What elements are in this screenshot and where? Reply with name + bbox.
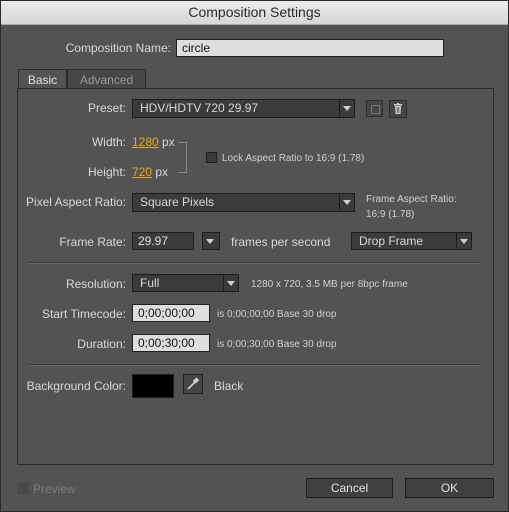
comp-name-input[interactable]: circle — [176, 39, 444, 57]
start-timecode-input[interactable]: 0;00;00;00 — [132, 304, 210, 322]
duration-label: Duration: — [77, 337, 126, 351]
resolution-label: Resolution: — [65, 277, 126, 291]
height-unit: px — [155, 165, 169, 179]
preview-checkbox[interactable] — [18, 483, 29, 494]
resolution-info: 1280 x 720, 3.5 MB per 8bpc frame — [251, 279, 408, 290]
lock-aspect-label: Lock Aspect Ratio to 16:9 (1.78) — [222, 153, 365, 164]
divider — [27, 364, 482, 366]
chevron-down-icon — [339, 100, 354, 117]
save-preset-icon[interactable] — [366, 100, 383, 117]
preset-dropdown[interactable]: HDV/HDTV 720 29.97 — [132, 99, 355, 118]
tab-advanced[interactable]: Advanced — [67, 69, 146, 89]
pixel-aspect-dropdown[interactable]: Square Pixels — [132, 193, 355, 212]
comp-name-label: Composition Name: — [65, 41, 171, 55]
width-unit: px — [162, 135, 175, 149]
chevron-down-icon — [203, 233, 219, 249]
resolution-value: Full — [140, 276, 160, 290]
background-color-label: Background Color: — [26, 379, 126, 393]
pixel-aspect-value: Square Pixels — [140, 195, 215, 209]
drop-frame-value: Drop Frame — [359, 234, 424, 248]
preset-label: Preset: — [87, 101, 126, 115]
drop-frame-dropdown[interactable]: Drop Frame — [351, 232, 472, 250]
divider — [27, 262, 482, 264]
chevron-down-icon — [339, 194, 354, 211]
background-color-name: Black — [214, 379, 244, 393]
background-color-swatch[interactable] — [132, 374, 174, 398]
preview-label: Preview — [33, 482, 76, 496]
chevron-down-icon — [223, 275, 238, 291]
resolution-dropdown[interactable]: Full — [132, 274, 239, 292]
frame-rate-unit: frames per second — [231, 235, 331, 249]
start-timecode-label: Start Timecode: — [41, 307, 126, 321]
cancel-button[interactable]: Cancel — [306, 478, 393, 498]
width-value[interactable]: 1280 — [132, 135, 159, 149]
height-field[interactable]: 720 px — [132, 165, 168, 179]
ok-button[interactable]: OK — [405, 478, 494, 498]
preset-value: HDV/HDTV 720 29.97 — [140, 101, 259, 115]
eyedropper-icon[interactable] — [183, 374, 203, 394]
tab-basic[interactable]: Basic — [18, 69, 67, 89]
height-value[interactable]: 720 — [132, 165, 152, 179]
lock-aspect-checkbox[interactable] — [206, 152, 217, 163]
frame-aspect-label: Frame Aspect Ratio: — [366, 194, 457, 205]
frame-rate-label: Frame Rate: — [59, 235, 126, 249]
width-field[interactable]: 1280 px — [132, 135, 175, 149]
frame-rate-dropdown[interactable] — [202, 232, 220, 250]
frame-aspect-value: 16:9 (1.78) — [366, 209, 415, 220]
start-timecode-info: is 0;00;00;00 Base 30 drop — [217, 309, 337, 320]
height-label: Height: — [87, 165, 126, 179]
composition-settings-dialog: Composition Settings Composition Name: c… — [0, 0, 509, 512]
duration-input[interactable]: 0;00;30;00 — [132, 334, 210, 352]
aspect-link-bracket — [178, 142, 187, 173]
width-label: Width: — [91, 135, 126, 149]
dialog-title: Composition Settings — [1, 1, 508, 25]
pixel-aspect-label: Pixel Aspect Ratio: — [25, 195, 126, 209]
chevron-down-icon — [456, 233, 471, 249]
frame-rate-input[interactable]: 29.97 — [132, 232, 194, 250]
duration-info: is 0;00;30;00 Base 30 drop — [217, 339, 337, 350]
trash-icon[interactable] — [389, 100, 407, 118]
